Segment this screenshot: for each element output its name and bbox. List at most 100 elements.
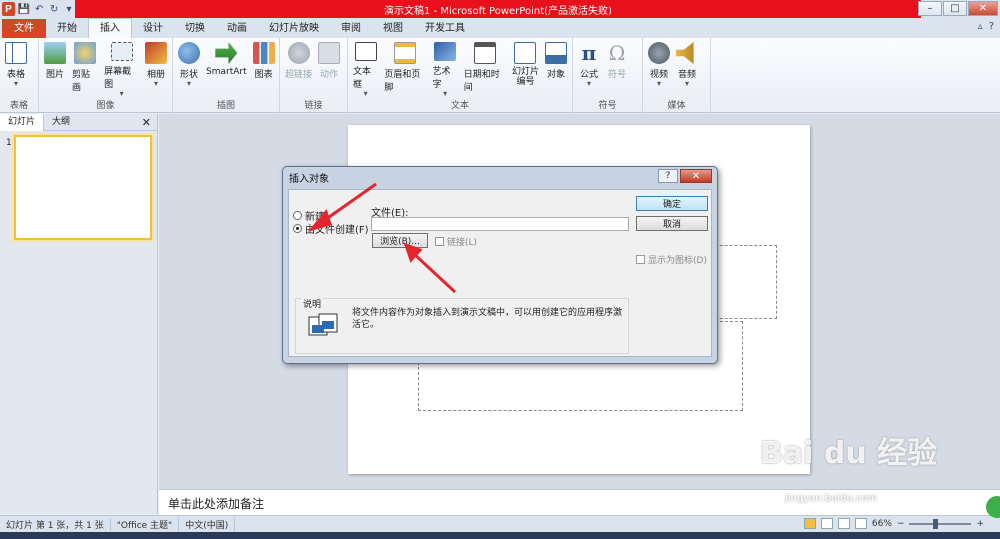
tab-view[interactable]: 视图 [372,19,414,38]
undo-icon[interactable]: ↶ [33,3,45,16]
browse-button[interactable]: 浏览(B)... [372,233,428,248]
tab-developer[interactable]: 开发工具 [414,19,476,38]
radio-create-from-file[interactable]: 由文件创建(F) [293,221,369,236]
hyperlink-button[interactable]: 超链接 [282,40,315,98]
object-button[interactable]: 对象 [542,40,570,98]
screenshot-label: 屏幕截图 [104,67,132,90]
zoom-in-icon[interactable]: + [976,519,984,529]
screenshot-dropdown-icon: ▾ [119,89,124,98]
audio-dropdown-icon: ▾ [684,79,689,88]
picture-icon [44,42,66,64]
datetime-label: 日期和时间 [463,70,500,93]
chart-button[interactable]: 图表 [250,40,278,98]
customize-qat-icon[interactable]: ▾ [63,3,75,16]
sorter-view-icon[interactable] [820,518,833,529]
clipart-button[interactable]: 剪贴画 [69,40,101,98]
help-icon[interactable]: ? [989,21,994,32]
screenshot-button[interactable]: 屏幕截图 ▾ [101,40,142,98]
tab-home[interactable]: 开始 [46,19,88,38]
radio-create-from-file-dot[interactable] [293,224,302,233]
hyperlink-label: 超链接 [285,70,313,80]
title-bar: P 💾 ↶ ↻ ▾ 演示文稿1 - Microsoft PowerPoint(产… [0,0,1000,18]
tab-slideshow[interactable]: 幻灯片放映 [258,19,330,38]
slidenumber-button[interactable]: 幻灯片 编号 [509,40,542,98]
dialog-close-button[interactable]: ✕ [680,169,712,183]
save-icon[interactable]: 💾 [18,3,30,16]
header-footer-label: 页眉和页脚 [384,70,421,93]
group-label-images: 图像 [96,101,115,111]
shapes-button[interactable]: 形状 ▾ [175,40,203,98]
close-pane-icon[interactable]: ✕ [142,116,151,129]
tab-bar-right: ▵ ? [978,21,994,32]
tab-review[interactable]: 审阅 [330,19,372,38]
symbol-label: 符号 [607,70,626,80]
slides-pane-tabs: 幻灯片 大纲 ✕ [0,113,157,131]
display-as-icon-checkbox[interactable]: 显示为图标(D) [636,253,707,266]
picture-label: 图片 [45,70,64,80]
smartart-button[interactable]: SmartArt [203,40,250,98]
radio-create-new-dot[interactable] [293,211,302,220]
normal-view-icon[interactable] [803,518,816,529]
file-path-input[interactable] [371,217,629,231]
zoom-out-icon[interactable]: − [897,519,905,529]
insert-object-dialog: 插入对象 ? ✕ 新建 由文件创建(F) 文件(E): 浏览(B)... 链接(… [282,166,718,364]
smartart-label: SmartArt [206,67,247,77]
action-icon [318,42,341,64]
tab-outline[interactable]: 大纲 [44,114,78,131]
audio-button[interactable]: 音频 ▾ [673,40,701,98]
status-theme: "Office 主题" [111,517,180,531]
equation-icon: π [581,41,597,65]
header-footer-button[interactable]: 页眉和页脚 [381,40,429,98]
datetime-button[interactable]: 日期和时间 [461,40,509,98]
symbol-icon: Ω [608,41,626,65]
reading-view-icon[interactable] [837,518,850,529]
redo-icon[interactable]: ↻ [48,3,60,16]
slide-thumbnail[interactable] [14,135,152,240]
hyperlink-icon [287,42,310,64]
symbol-button[interactable]: Ω 符号 [603,40,631,98]
display-as-icon-box[interactable] [636,255,645,264]
zoom-slider[interactable] [909,518,972,529]
tab-transitions[interactable]: 切换 [174,19,216,38]
close-window-button[interactable]: ✕ [968,1,998,16]
table-dropdown-icon: ▾ [13,79,18,88]
smartart-icon [215,42,238,64]
picture-button[interactable]: 图片 [41,40,69,98]
maximize-button[interactable]: □ [943,1,967,16]
tab-slides[interactable]: 幻灯片 [0,113,45,131]
dialog-help-button[interactable]: ? [658,169,678,183]
tab-animations[interactable]: 动画 [216,19,258,38]
quick-access-toolbar: P 💾 ↶ ↻ ▾ [0,0,75,18]
link-checkbox[interactable]: 链接(L) [435,235,477,248]
taskbar [0,532,1000,539]
baidu-watermark-logo: Bai du 经验 [760,436,938,471]
ok-button[interactable]: 确定 [636,196,708,211]
table-button[interactable]: 表格 ▾ [2,40,30,98]
zoom-level[interactable]: 66% [872,519,892,529]
textbox-label: 文本框 [353,67,372,90]
collapse-ribbon-icon[interactable]: ▵ [978,21,983,32]
equation-button[interactable]: π 公式 ▾ [575,40,603,98]
object-icon [544,42,567,64]
link-checkbox-box[interactable] [435,237,444,246]
dialog-body: 新建 由文件创建(F) 文件(E): 浏览(B)... 链接(L) 确定 取消 … [288,189,712,357]
wordart-button[interactable]: 艺术字 ▾ [429,40,460,98]
tab-design[interactable]: 设计 [132,19,174,38]
clipart-icon [74,42,97,64]
wordart-dropdown-icon: ▾ [443,89,448,98]
audio-icon [676,42,694,64]
minimize-button[interactable]: – [918,1,942,16]
cancel-button[interactable]: 取消 [636,216,708,231]
zoom-slider-knob[interactable] [933,518,939,529]
textbox-button[interactable]: 文本框 ▾ [350,40,381,98]
video-button[interactable]: 视频 ▾ [645,40,673,98]
slideshow-view-icon[interactable] [854,518,867,529]
action-button[interactable]: 动作 [315,40,343,98]
powerpoint-logo-icon[interactable]: P [2,2,15,16]
tab-file[interactable]: 文件 [2,19,46,38]
group-media: 视频 ▾ 音频 ▾ 媒体 [643,38,711,113]
album-button[interactable]: 相册 ▾ [142,40,170,98]
tab-insert[interactable]: 插入 [88,18,132,38]
object-label: 对象 [546,70,565,80]
group-label-text: 文本 [450,101,469,111]
